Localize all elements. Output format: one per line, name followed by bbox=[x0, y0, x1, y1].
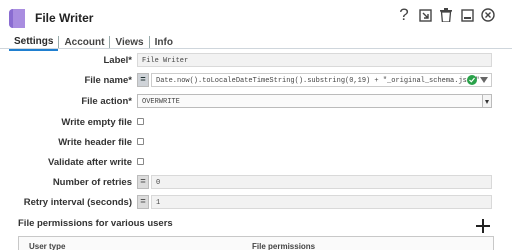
suggestions-dropdown-icon[interactable] bbox=[480, 77, 488, 83]
minimize-icon[interactable] bbox=[459, 6, 475, 24]
file-name-input[interactable]: Date.now().toLocaleDateTimeString().subs… bbox=[151, 73, 492, 87]
close-icon[interactable] bbox=[480, 6, 496, 24]
tab-divider bbox=[0, 48, 512, 49]
file-action-value: OVERWRITE bbox=[142, 98, 180, 106]
write-header-file-label: Write header file bbox=[58, 137, 132, 148]
validate-after-write-checkbox[interactable] bbox=[137, 158, 144, 165]
file-writer-snap-icon bbox=[9, 9, 25, 28]
file-action-row: File action* OVERWRITE bbox=[0, 94, 512, 108]
label-label: Label* bbox=[103, 55, 132, 66]
write-empty-file-checkbox[interactable] bbox=[137, 118, 144, 125]
file-permissions-heading: File permissions for various users bbox=[18, 218, 173, 229]
dialog-title: File Writer bbox=[35, 11, 94, 25]
file-name-row: File name* = Date.now().toLocaleDateTime… bbox=[0, 73, 512, 87]
write-empty-file-label: Write empty file bbox=[61, 117, 132, 128]
retry-interval-row: Retry interval (seconds) = 1 bbox=[0, 195, 512, 209]
file-name-label: File name* bbox=[84, 75, 132, 86]
column-header-file-permissions: File permissions bbox=[252, 242, 316, 250]
valid-check-icon bbox=[467, 75, 477, 85]
number-of-retries-row: Number of retries = 0 bbox=[0, 175, 512, 189]
expression-toggle-button[interactable]: = bbox=[137, 195, 149, 209]
number-of-retries-label: Number of retries bbox=[52, 177, 132, 188]
label-row: Label* File Writer bbox=[0, 53, 512, 67]
retry-interval-label: Retry interval (seconds) bbox=[23, 197, 132, 208]
chevron-down-icon[interactable] bbox=[482, 95, 491, 107]
write-header-file-row: Write header file bbox=[0, 135, 512, 149]
write-header-file-checkbox[interactable] bbox=[137, 138, 144, 145]
expression-toggle-button[interactable]: = bbox=[137, 73, 149, 87]
column-header-user-type: User type bbox=[29, 242, 66, 250]
dialog-header: File Writer ? bbox=[0, 0, 512, 34]
label-input[interactable]: File Writer bbox=[137, 53, 492, 67]
file-action-label: File action* bbox=[81, 96, 132, 107]
validate-after-write-label: Validate after write bbox=[48, 157, 132, 168]
validate-after-write-row: Validate after write bbox=[0, 155, 512, 169]
export-icon[interactable] bbox=[417, 6, 433, 24]
retry-interval-input[interactable]: 1 bbox=[151, 195, 492, 209]
permissions-table: User type File permissions bbox=[18, 236, 494, 250]
expression-toggle-button[interactable]: = bbox=[137, 175, 149, 189]
write-empty-file-row: Write empty file bbox=[0, 115, 512, 129]
trash-icon[interactable] bbox=[438, 6, 454, 24]
help-icon[interactable]: ? bbox=[396, 5, 412, 24]
add-permission-icon[interactable] bbox=[476, 219, 490, 233]
number-of-retries-input[interactable]: 0 bbox=[151, 175, 492, 189]
file-action-select[interactable]: OVERWRITE bbox=[137, 94, 492, 108]
